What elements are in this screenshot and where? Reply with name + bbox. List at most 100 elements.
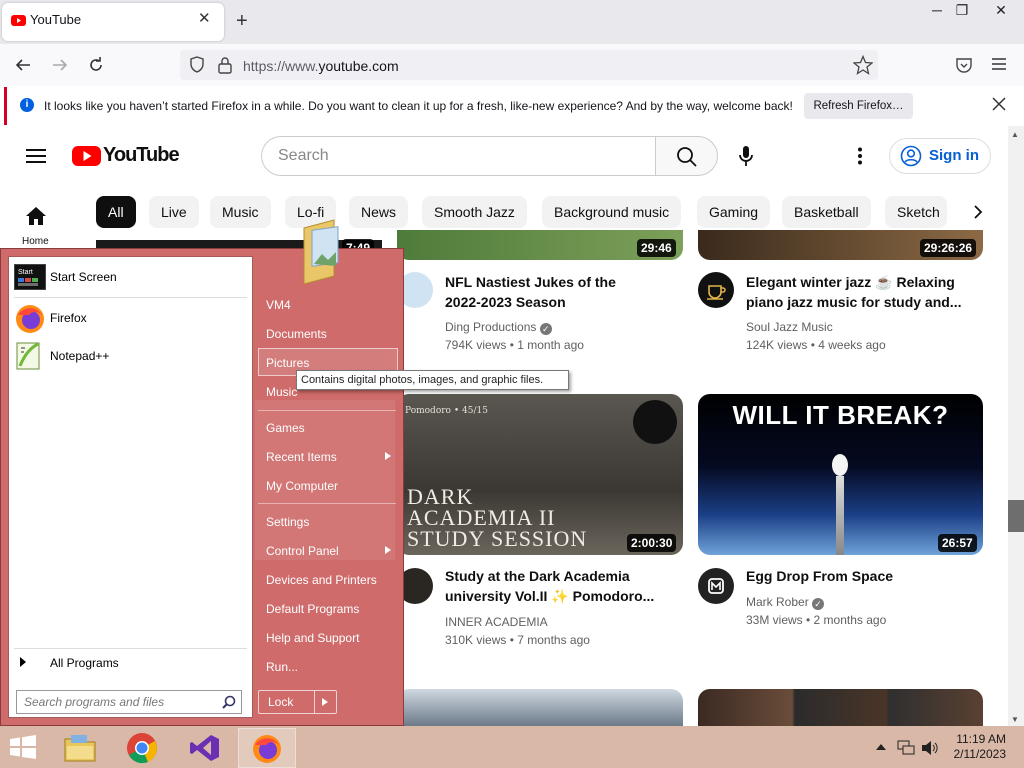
submenu-arrow-icon bbox=[385, 452, 391, 460]
shield-icon[interactable] bbox=[188, 56, 206, 74]
show-hidden-icons-icon[interactable] bbox=[876, 744, 886, 750]
start-link-devices-and-printers[interactable]: Devices and Printers bbox=[266, 573, 377, 587]
notification-close-icon[interactable] bbox=[992, 97, 1006, 111]
search-button[interactable] bbox=[655, 136, 718, 176]
video-stats: 124K views • 4 weeks ago bbox=[746, 338, 886, 352]
start-screen-icon: Start bbox=[14, 264, 46, 290]
page-scrollbar[interactable] bbox=[1008, 126, 1024, 726]
chip-all[interactable]: All bbox=[96, 196, 136, 228]
start-link-run[interactable]: Run... bbox=[266, 660, 298, 674]
firefox-icon bbox=[14, 303, 46, 335]
youtube-favicon-icon bbox=[11, 15, 26, 26]
channel-name[interactable]: Ding Productions ✓ bbox=[445, 318, 552, 336]
chip-sketch[interactable]: Sketch bbox=[885, 196, 947, 228]
start-link-music[interactable]: Music bbox=[266, 385, 297, 399]
video-thumbnail[interactable]: Pomodoro • 45/15 DARK ACADEMIA II STUDY … bbox=[397, 394, 683, 555]
scroll-up-icon[interactable]: ▲ bbox=[1011, 130, 1019, 139]
channel-name[interactable]: Mark Rober ✓ bbox=[746, 593, 825, 611]
hamburger-menu-icon[interactable] bbox=[26, 148, 46, 164]
chrome-icon[interactable] bbox=[126, 732, 158, 764]
chip-music[interactable]: Music bbox=[210, 196, 271, 228]
start-link-default-programs[interactable]: Default Programs bbox=[266, 602, 359, 616]
tab-close-icon[interactable]: ✕ bbox=[198, 11, 211, 26]
divider bbox=[258, 503, 396, 504]
youtube-logo-icon[interactable] bbox=[72, 146, 101, 166]
scrollbar-thumb[interactable] bbox=[1008, 500, 1024, 532]
coffee-cup-icon bbox=[707, 285, 726, 300]
forward-icon[interactable] bbox=[51, 56, 69, 74]
windows-start-icon[interactable] bbox=[9, 735, 37, 759]
channel-avatar[interactable] bbox=[698, 272, 734, 308]
submenu-arrow-icon bbox=[385, 546, 391, 554]
arrow-right-icon bbox=[19, 657, 27, 667]
tooltip: Contains digital photos, images, and gra… bbox=[296, 370, 569, 390]
start-link-control-panel[interactable]: Control Panel bbox=[266, 544, 339, 558]
firefox-icon bbox=[251, 733, 283, 765]
start-item-start-screen[interactable]: Start Screen bbox=[50, 270, 117, 284]
start-link-documents[interactable]: Documents bbox=[266, 327, 327, 341]
reload-icon[interactable] bbox=[87, 56, 105, 74]
more-options-icon[interactable] bbox=[857, 147, 863, 165]
chevron-right-icon[interactable] bbox=[972, 204, 984, 220]
scroll-down-icon[interactable]: ▼ bbox=[1011, 715, 1019, 724]
start-link-games[interactable]: Games bbox=[266, 421, 305, 435]
video-title[interactable]: Study at the Dark Academia university Vol… bbox=[445, 566, 680, 606]
video-stats: 310K views • 7 months ago bbox=[445, 633, 590, 647]
back-icon[interactable] bbox=[14, 56, 32, 74]
start-link-recent-items[interactable]: Recent Items bbox=[266, 450, 337, 464]
volume-icon[interactable] bbox=[921, 740, 939, 756]
start-link-my-computer[interactable]: My Computer bbox=[266, 479, 338, 493]
chip-news[interactable]: News bbox=[349, 196, 409, 228]
chip-background-music[interactable]: Background music bbox=[542, 196, 682, 228]
visual-studio-icon[interactable] bbox=[189, 733, 221, 763]
start-link-help-and-support[interactable]: Help and Support bbox=[266, 631, 359, 645]
lock-options-arrow-icon[interactable] bbox=[322, 698, 328, 706]
file-explorer-icon[interactable] bbox=[63, 733, 97, 763]
taskbar-clock[interactable]: 11:19 AM 2/11/2023 bbox=[950, 732, 1007, 762]
search-icon[interactable] bbox=[222, 695, 236, 709]
app-menu-icon[interactable] bbox=[991, 57, 1007, 71]
all-programs[interactable]: All Programs bbox=[50, 656, 119, 670]
channel-name[interactable]: INNER ACADEMIA bbox=[445, 613, 548, 631]
home-icon[interactable] bbox=[25, 206, 47, 226]
clock-date: 2/11/2023 bbox=[953, 747, 1007, 761]
video-title[interactable]: NFL Nastiest Jukes of the 2022-2023 Seaso… bbox=[445, 272, 680, 312]
home-label[interactable]: Home bbox=[22, 236, 49, 247]
start-item-firefox[interactable]: Firefox bbox=[50, 311, 87, 325]
restore-icon[interactable]: ❐ bbox=[950, 2, 974, 20]
bookmark-star-icon[interactable] bbox=[853, 55, 873, 75]
chip-basketball[interactable]: Basketball bbox=[782, 196, 871, 228]
video-thumbnail[interactable]: WILL IT BREAK? bbox=[698, 394, 983, 555]
divider bbox=[314, 691, 315, 713]
start-item-notepad-plus-plus[interactable]: Notepad++ bbox=[50, 349, 109, 363]
start-link-pictures[interactable]: Pictures bbox=[266, 356, 309, 370]
search-placeholder: Search bbox=[278, 147, 329, 164]
video-duration: 29:26:26 bbox=[920, 239, 977, 257]
url-text: https://www.youtube.com bbox=[243, 58, 399, 74]
tab-title: YouTube bbox=[30, 12, 82, 27]
search-icon bbox=[677, 147, 697, 167]
microphone-icon[interactable] bbox=[738, 145, 754, 167]
new-tab-icon[interactable]: + bbox=[236, 11, 248, 31]
chip-live[interactable]: Live bbox=[149, 196, 199, 228]
chip-smooth-jazz[interactable]: Smooth Jazz bbox=[422, 196, 527, 228]
minimize-icon[interactable]: ─ bbox=[925, 2, 949, 20]
channel-name[interactable]: Soul Jazz Music bbox=[746, 318, 833, 336]
notepad-plus-plus-icon bbox=[14, 340, 44, 372]
channel-avatar[interactable] bbox=[698, 568, 734, 604]
video-title[interactable]: Elegant winter jazz ☕ Relaxing piano jazz… bbox=[746, 272, 991, 312]
video-title[interactable]: Egg Drop From Space bbox=[746, 566, 991, 586]
youtube-logo-text: YouTube bbox=[103, 144, 180, 166]
refresh-firefox-button[interactable]: Refresh Firefox… bbox=[804, 93, 913, 119]
start-search-placeholder: Search programs and files bbox=[24, 695, 165, 709]
window-close-icon[interactable]: ✕ bbox=[989, 2, 1013, 20]
video-thumbnail[interactable] bbox=[397, 689, 683, 726]
start-link-vm4[interactable]: VM4 bbox=[266, 298, 291, 312]
pocket-icon[interactable] bbox=[955, 56, 973, 74]
network-icon[interactable] bbox=[897, 740, 915, 756]
video-thumbnail[interactable] bbox=[698, 689, 983, 726]
chip-gaming[interactable]: Gaming bbox=[697, 196, 771, 228]
lock-icon[interactable] bbox=[217, 56, 233, 74]
start-link-settings[interactable]: Settings bbox=[266, 515, 309, 529]
divider bbox=[258, 410, 396, 411]
